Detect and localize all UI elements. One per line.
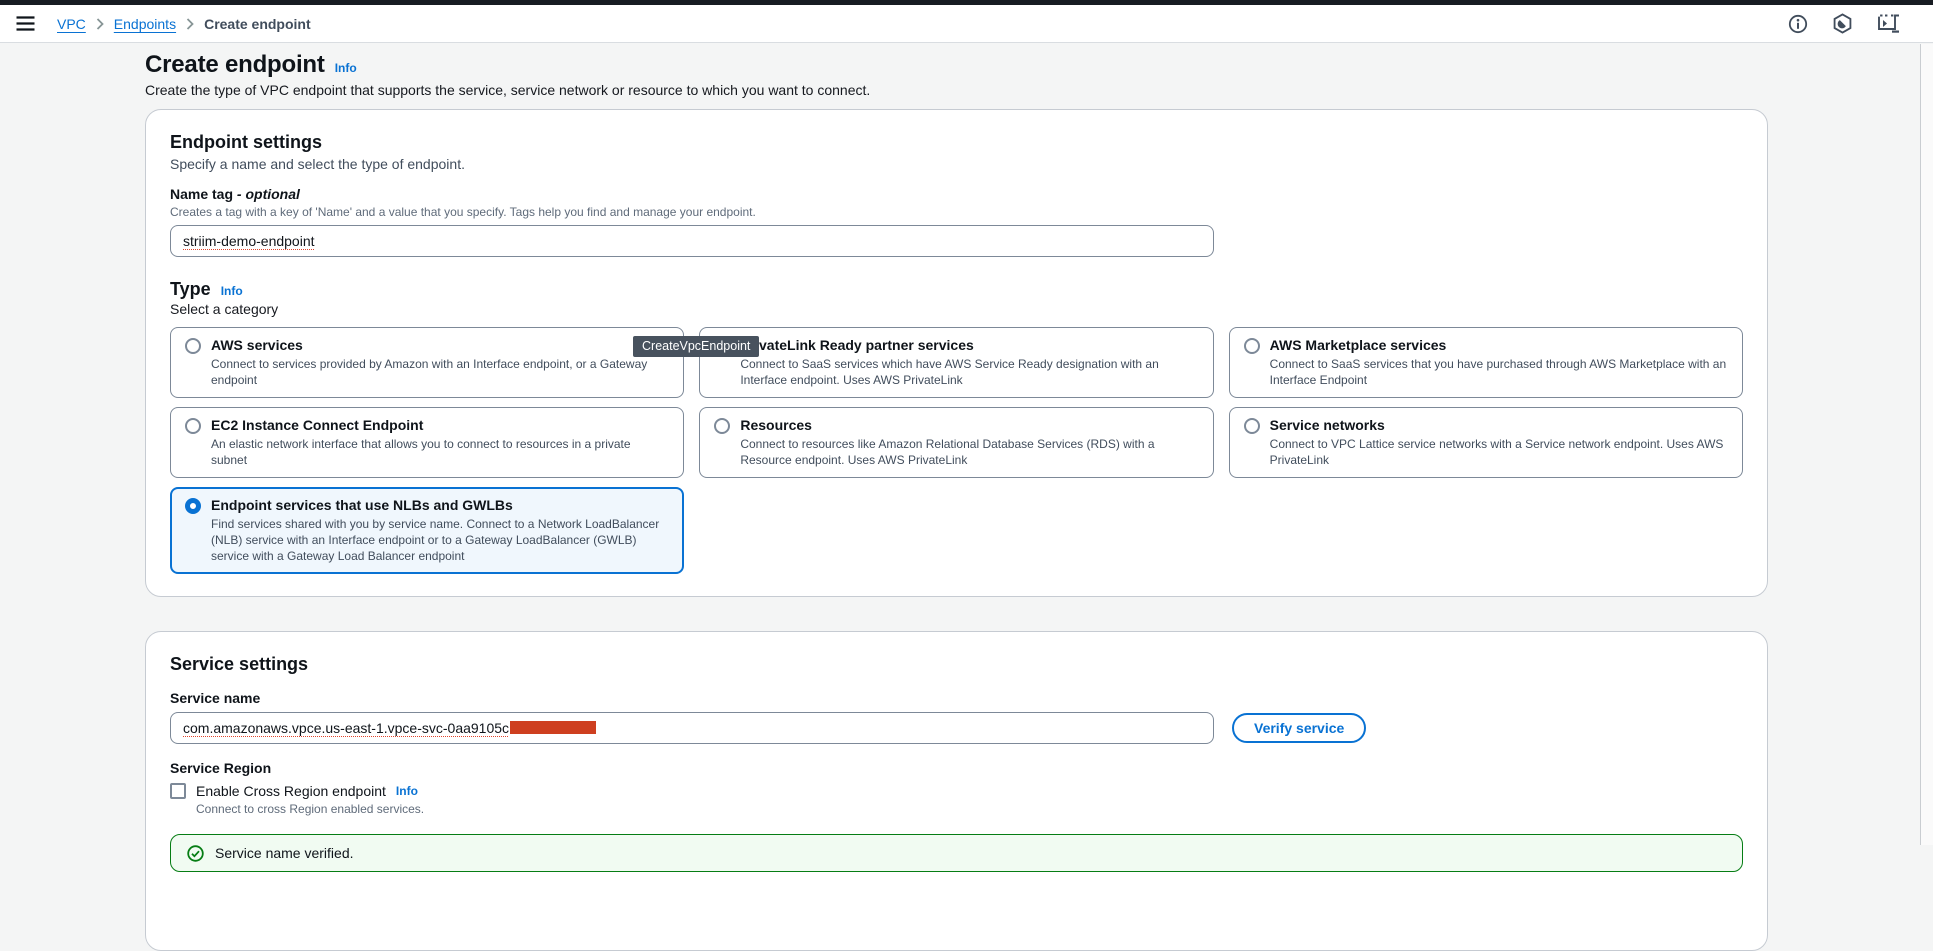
type-heading: Type [170, 279, 211, 300]
service-name-input[interactable]: com.amazonaws.vpce.us-east-1.vpce-svc-0a… [170, 712, 1214, 744]
name-tag-input[interactable]: striim-demo-endpoint [170, 225, 1214, 257]
radio-icon [185, 338, 201, 354]
radio-icon [1244, 338, 1260, 354]
breadcrumb-link-endpoints[interactable]: Endpoints [114, 16, 176, 32]
cloudshell-terminal-icon[interactable] [1877, 13, 1901, 34]
service-settings-card: Service settings Service name com.amazon… [145, 631, 1768, 951]
service-verified-alert: Service name verified. [170, 834, 1743, 872]
option-description: Connect to resources like Amazon Relatio… [740, 436, 1198, 468]
type-option-aws-marketplace-services[interactable]: AWS Marketplace services Connect to SaaS… [1229, 327, 1743, 398]
type-option-ec2-instance-connect[interactable]: EC2 Instance Connect Endpoint An elastic… [170, 407, 684, 478]
radio-icon [1244, 418, 1260, 434]
endpoint-settings-heading: Endpoint settings [170, 130, 1743, 154]
name-tag-description: Creates a tag with a key of 'Name' and a… [170, 205, 1743, 219]
cross-region-checkbox[interactable] [170, 783, 186, 799]
success-check-icon [187, 845, 204, 862]
name-tag-value: striim-demo-endpoint [183, 233, 315, 249]
radio-icon [714, 418, 730, 434]
option-title: AWS Marketplace services [1270, 336, 1728, 355]
type-info-link[interactable]: Info [221, 284, 243, 298]
main-content: Create endpoint Info Create the type of … [145, 43, 1768, 951]
optional-suffix: - optional [237, 186, 300, 202]
type-option-aws-services[interactable]: AWS services Connect to services provide… [170, 327, 684, 398]
page-title: Create endpoint [145, 51, 325, 79]
type-option-grid: AWS services Connect to services provide… [170, 327, 1743, 574]
option-title: Resources [740, 416, 1198, 435]
type-option-endpoint-services-nlb-gwlb[interactable]: Endpoint services that use NLBs and GWLB… [170, 487, 684, 574]
option-description: Connect to services provided by Amazon w… [211, 356, 669, 388]
option-description: Connect to VPC Lattice service networks … [1270, 436, 1728, 468]
breadcrumb: VPC Endpoints Create endpoint [57, 16, 311, 32]
type-option-service-networks[interactable]: Service networks Connect to VPC Lattice … [1229, 407, 1743, 478]
radio-selected-icon [185, 498, 201, 514]
service-name-label: Service name [170, 690, 1743, 706]
cross-region-info-link[interactable]: Info [396, 784, 418, 798]
verify-service-button[interactable]: Verify service [1232, 713, 1366, 743]
alert-message: Service name verified. [215, 845, 354, 861]
page-info-link[interactable]: Info [335, 61, 357, 75]
option-title: PrivateLink Ready partner services [740, 336, 1198, 355]
option-title: AWS services [211, 336, 669, 355]
hamburger-menu-icon[interactable] [16, 16, 35, 31]
redaction-block [510, 721, 596, 734]
option-description: Connect to SaaS services that you have p… [1270, 356, 1728, 388]
hover-tooltip: CreateVpcEndpoint [633, 336, 759, 357]
radio-icon [185, 418, 201, 434]
service-region-label: Service Region [170, 760, 1743, 776]
console-header: VPC Endpoints Create endpoint [0, 5, 1933, 43]
endpoint-settings-card: Endpoint settings Specify a name and sel… [145, 109, 1768, 597]
settings-hexagon-icon[interactable] [1832, 13, 1853, 34]
option-title: Endpoint services that use NLBs and GWLB… [211, 496, 669, 515]
type-option-resources[interactable]: Resources Connect to resources like Amaz… [699, 407, 1213, 478]
cross-region-checkbox-label: Enable Cross Region endpoint [196, 783, 386, 799]
option-description: An elastic network interface that allows… [211, 436, 669, 468]
page-subtitle: Create the type of VPC endpoint that sup… [145, 82, 1768, 98]
option-description: Connect to SaaS services which have AWS … [740, 356, 1198, 388]
chevron-right-icon [186, 18, 194, 30]
name-tag-label: Name tag - optional [170, 186, 1743, 202]
type-description: Select a category [170, 301, 1743, 317]
option-title: EC2 Instance Connect Endpoint [211, 416, 669, 435]
endpoint-settings-description: Specify a name and select the type of en… [170, 156, 1743, 172]
breadcrumb-link-vpc[interactable]: VPC [57, 16, 86, 32]
cross-region-description: Connect to cross Region enabled services… [196, 802, 1743, 816]
option-description: Find services shared with you by service… [211, 516, 669, 564]
vertical-scrollbar[interactable] [1920, 44, 1933, 845]
option-title: Service networks [1270, 416, 1728, 435]
info-icon[interactable] [1788, 14, 1808, 34]
service-settings-heading: Service settings [170, 652, 1743, 676]
chevron-right-icon [96, 18, 104, 30]
type-option-privatelink-partner-services[interactable]: PrivateLink Ready partner services Conne… [699, 327, 1213, 398]
service-name-value: com.amazonaws.vpce.us-east-1.vpce-svc-0a… [183, 720, 596, 736]
breadcrumb-current: Create endpoint [204, 16, 311, 32]
